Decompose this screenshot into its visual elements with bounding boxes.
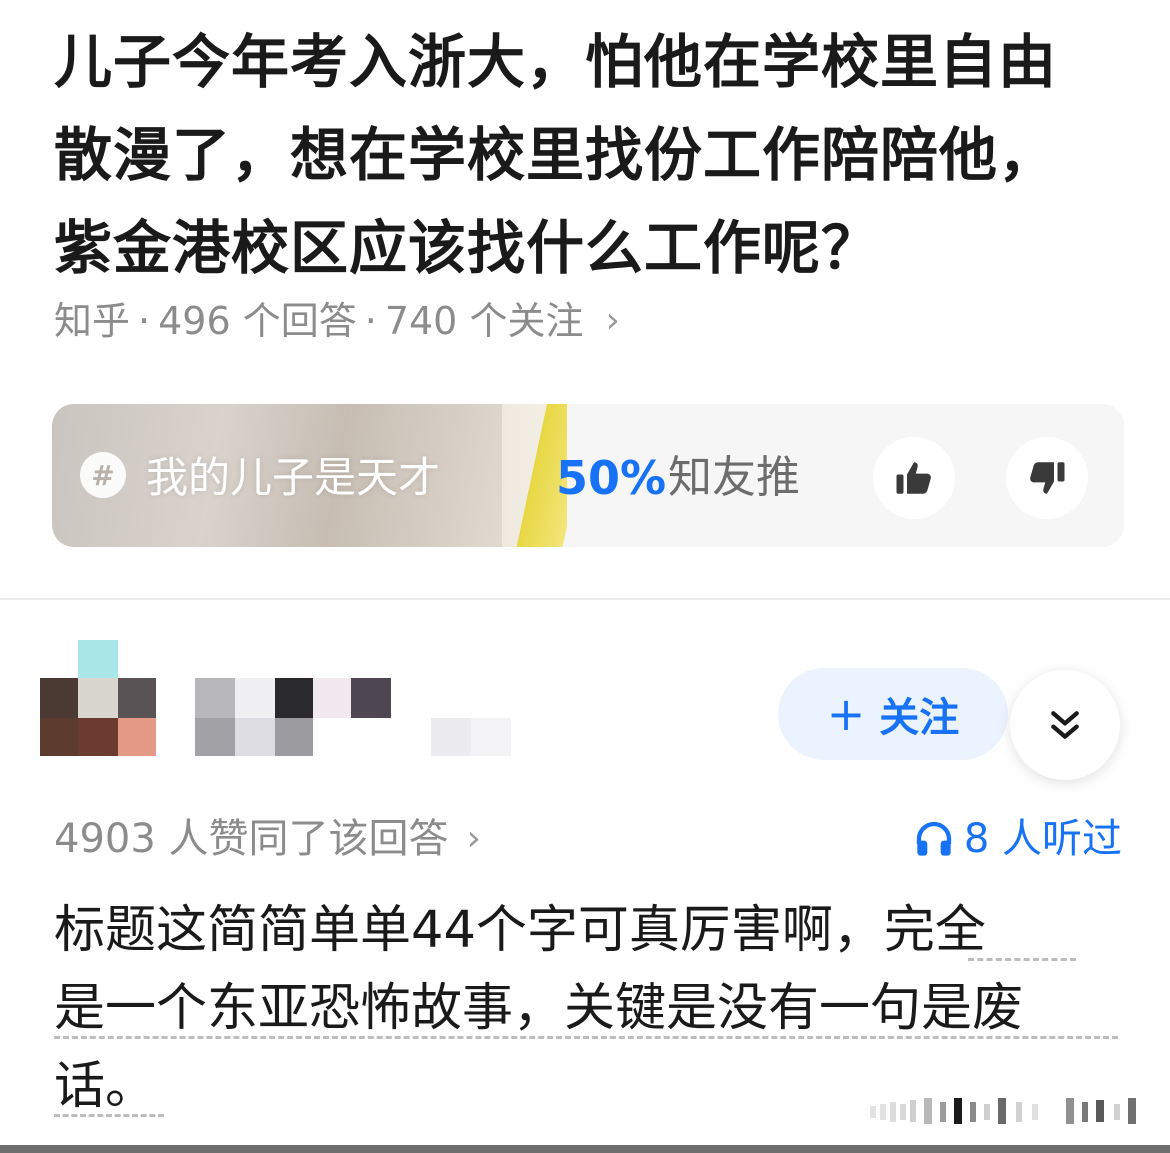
vote-count-text: 4903 人赞同了该回答	[54, 816, 449, 862]
hashtag-icon: #	[80, 452, 126, 498]
meta-separator: ·	[364, 299, 377, 343]
follower-count: 740 个关注	[384, 299, 584, 343]
chevron-right-icon: ›	[605, 300, 620, 341]
thumbs-up-icon	[896, 462, 931, 494]
question-title-line-1: 儿子今年考入浙大，怕他在学校里自由	[54, 28, 1058, 96]
answer-body[interactable]: 标题这简简单单44个字可真厉害啊，完全 是一个东亚恐怖故事，关键是没有一句是废 …	[54, 892, 1124, 1126]
annotation-underline	[54, 1114, 164, 1117]
recommend-label: 知友推	[668, 452, 800, 503]
annotation-underline	[54, 1036, 1118, 1039]
answer-line-1: 标题这简简单单44个字可真厉害啊，完全	[54, 901, 986, 960]
follow-label: 关注	[879, 695, 960, 741]
section-divider	[0, 598, 1170, 600]
annotation-underline	[968, 958, 1076, 961]
question-meta[interactable]: 知乎 · 496 个回答 · 740 个关注 ›	[54, 294, 620, 348]
recommend-percent: 50%	[556, 451, 667, 505]
expand-button[interactable]	[1010, 670, 1120, 780]
answer-count: 496 个回答	[158, 299, 357, 343]
audio-waveform-icon	[870, 1098, 1136, 1124]
listen-count-text: 8 人听过	[963, 816, 1122, 862]
double-chevron-down-icon	[1051, 711, 1079, 739]
upvote-button[interactable]	[873, 437, 955, 519]
downvote-button[interactable]	[1006, 437, 1088, 519]
zhihu-question-page: 儿子今年考入浙大，怕他在学校里自由 散漫了，想在学校里找份工作陪陪他， 紫金港校…	[0, 0, 1170, 1153]
follow-button[interactable]: + 关注	[778, 668, 1008, 760]
author-name-pixelated[interactable]	[195, 640, 675, 760]
chevron-right-icon: ›	[466, 818, 481, 859]
site-name: 知乎	[54, 299, 131, 343]
topic-name[interactable]: 我的儿子是天才	[146, 450, 440, 506]
vote-count[interactable]: 4903 人赞同了该回答 ›	[54, 812, 481, 866]
question-title-line-2: 散漫了，想在学校里找份工作陪陪他，	[54, 121, 1058, 189]
headphones-icon	[916, 821, 951, 856]
listen-count[interactable]: 8 人听过	[914, 812, 1122, 866]
thumbs-down-icon	[1030, 462, 1065, 494]
plus-icon: +	[826, 687, 866, 741]
question-title-line-3: 紫金港校区应该找什么工作呢？	[54, 214, 881, 282]
bottom-edge-bar	[0, 1145, 1170, 1153]
meta-separator: ·	[138, 299, 151, 343]
question-title[interactable]: 儿子今年考入浙大，怕他在学校里自由 散漫了，想在学校里找份工作陪陪他， 紫金港校…	[54, 16, 1134, 295]
